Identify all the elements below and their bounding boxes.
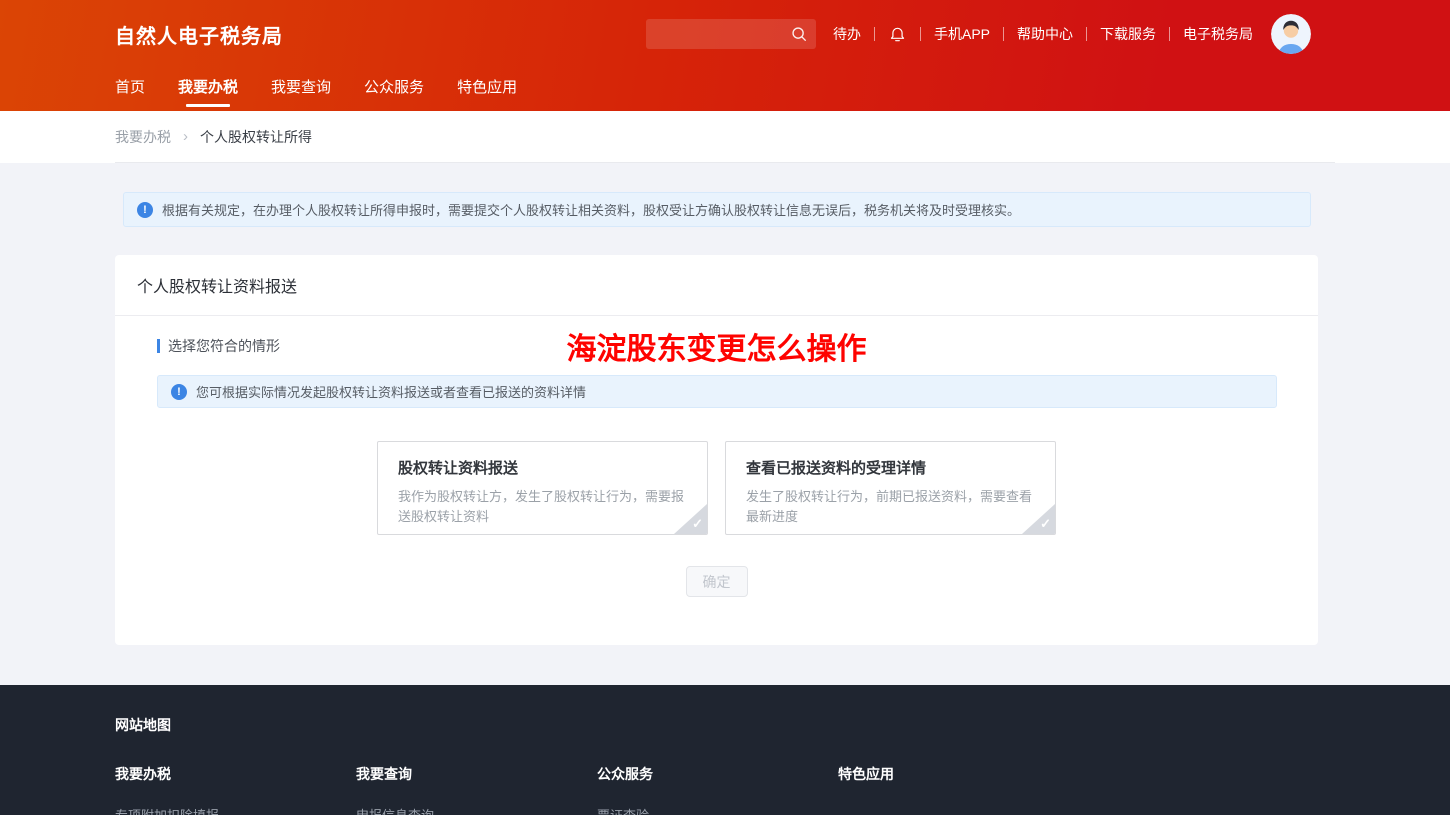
download-service-link[interactable]: 下载服务: [1100, 24, 1156, 44]
option-description: 我作为股权转让方，发生了股权转让行为，需要报送股权转让资料: [398, 487, 687, 527]
nav-featured-apps[interactable]: 特色应用: [457, 68, 517, 111]
footer-col-featured-apps: 特色应用: [838, 764, 1079, 815]
panel-body: 选择您符合的情形 海淀股东变更怎么操作 ! 您可根据实际情况发起股权转让资料报送…: [115, 316, 1318, 597]
user-avatar[interactable]: [1271, 14, 1311, 54]
options-row: 股权转让资料报送 我作为股权转让方，发生了股权转让行为，需要报送股权转让资料 ✓…: [157, 441, 1276, 535]
page-notice-banner: ! 根据有关规定，在办理个人股权转让所得申报时，需要提交个人股权转让相关资料，股…: [123, 192, 1311, 227]
page-notice-text: 根据有关规定，在办理个人股权转让所得申报时，需要提交个人股权转让相关资料，股权受…: [162, 200, 1020, 219]
site-logo[interactable]: 自然人电子税务局: [115, 20, 283, 49]
divider: [1086, 27, 1087, 41]
footer-col-inquiry: 我要查询 申报信息查询: [356, 764, 597, 815]
panel-title: 个人股权转让资料报送: [115, 255, 1318, 316]
section-accent-bar: [157, 339, 160, 353]
footer-heading: 我要办税: [115, 764, 356, 784]
info-icon: !: [171, 384, 187, 400]
chevron-right-icon: ›: [183, 128, 188, 145]
nav-tax-handling[interactable]: 我要办税: [178, 68, 238, 111]
footer-col-tax-handling: 我要办税 专项附加扣除填报: [115, 764, 356, 815]
footer-columns: 我要办税 专项附加扣除填报 我要查询 申报信息查询 公众服务 票证查验 特色应用: [115, 764, 1450, 815]
check-glyph: ✓: [692, 516, 707, 534]
breadcrumb: 我要办税 › 个人股权转让所得: [115, 111, 1335, 163]
breadcrumb-strip: 我要办税 › 个人股权转让所得: [0, 111, 1450, 163]
option-card-view-status[interactable]: 查看已报送资料的受理详情 发生了股权转让行为，前期已报送资料，需要查看最新进度 …: [725, 441, 1056, 535]
divider: [874, 27, 875, 41]
confirm-button[interactable]: 确定: [686, 566, 748, 597]
etax-bureau-link[interactable]: 电子税务局: [1183, 24, 1253, 44]
bell-icon[interactable]: [888, 24, 907, 45]
option-title: 查看已报送资料的受理详情: [746, 457, 1035, 478]
divider: [920, 27, 921, 41]
header-actions: 待办 手机APP 帮助中心 下载服务 电子税务局: [646, 14, 1311, 54]
section-label: 选择您符合的情形: [168, 336, 280, 356]
inner-notice-banner: ! 您可根据实际情况发起股权转让资料报送或者查看已报送的资料详情: [157, 375, 1277, 408]
footer-link[interactable]: 票证查验: [597, 805, 838, 815]
sitemap-title: 网站地图: [115, 715, 1450, 735]
footer-link[interactable]: 专项附加扣除填报: [115, 805, 356, 815]
footer-link[interactable]: 申报信息查询: [356, 805, 597, 815]
confirm-row: 确定: [157, 566, 1276, 597]
nav-home[interactable]: 首页: [115, 68, 145, 111]
main-nav: 首页 我要办税 我要查询 公众服务 特色应用: [0, 68, 1450, 111]
header-top: 自然人电子税务局 待办 手机APP 帮助中心: [0, 0, 1450, 68]
inner-notice-text: 您可根据实际情况发起股权转让资料报送或者查看已报送的资料详情: [196, 382, 586, 401]
nav-public-services[interactable]: 公众服务: [364, 68, 424, 111]
footer-heading: 我要查询: [356, 764, 597, 784]
nav-inquiry[interactable]: 我要查询: [271, 68, 331, 111]
check-glyph: ✓: [1040, 516, 1055, 534]
info-icon: !: [137, 202, 153, 218]
option-description: 发生了股权转让行为，前期已报送资料，需要查看最新进度: [746, 487, 1035, 527]
footer-heading: 特色应用: [838, 764, 1079, 784]
help-center-link[interactable]: 帮助中心: [1017, 24, 1073, 44]
divider: [1003, 27, 1004, 41]
divider: [1169, 27, 1170, 41]
option-card-submit-materials[interactable]: 股权转让资料报送 我作为股权转让方，发生了股权转让行为，需要报送股权转让资料 ✓: [377, 441, 708, 535]
search-icon[interactable]: [790, 25, 808, 43]
breadcrumb-current: 个人股权转让所得: [200, 127, 312, 147]
red-annotation-text: 海淀股东变更怎么操作: [567, 324, 867, 368]
site-footer: 网站地图 我要办税 专项附加扣除填报 我要查询 申报信息查询 公众服务 票证查验…: [0, 685, 1450, 815]
footer-heading: 公众服务: [597, 764, 838, 784]
site-header: 自然人电子税务局 待办 手机APP 帮助中心: [0, 0, 1450, 111]
footer-col-public-services: 公众服务 票证查验: [597, 764, 838, 815]
pending-tasks-link[interactable]: 待办: [833, 24, 861, 44]
main-panel: 个人股权转让资料报送 选择您符合的情形 海淀股东变更怎么操作 ! 您可根据实际情…: [115, 255, 1318, 645]
breadcrumb-parent[interactable]: 我要办税: [115, 127, 171, 147]
mobile-app-link[interactable]: 手机APP: [934, 24, 990, 44]
option-title: 股权转让资料报送: [398, 457, 687, 478]
search-input[interactable]: [646, 19, 816, 49]
